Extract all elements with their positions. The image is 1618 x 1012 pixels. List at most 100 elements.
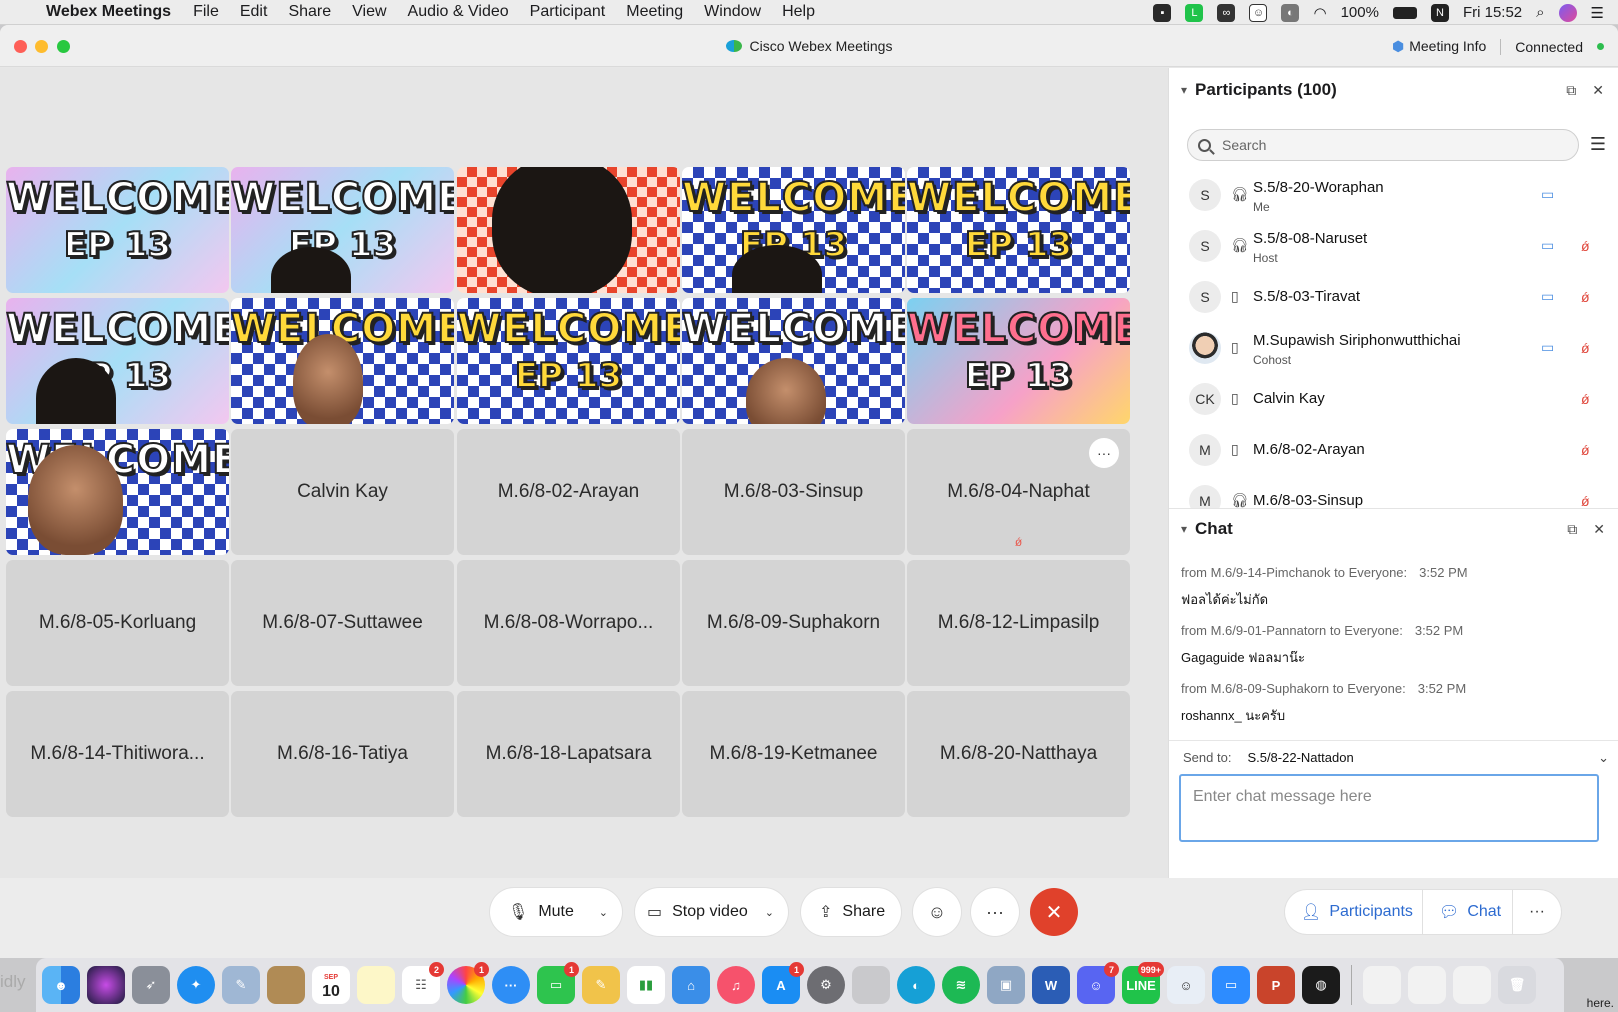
document-stack-icon[interactable] [1363, 966, 1401, 1004]
video-tile[interactable]: WELCOME EP 13 [6, 298, 229, 424]
list-item[interactable]: S ▯ S.5/8-03-Tiravat ▭ ǿ [1169, 271, 1618, 322]
alien-icon[interactable]: ☺ [1249, 3, 1268, 22]
participant-name-tile[interactable]: M.6/8-08-Worrapo... [457, 560, 680, 686]
reactions-button[interactable]: ☺ [913, 888, 961, 936]
chevron-down-icon[interactable]: ▾ [1181, 522, 1187, 536]
participant-search[interactable]: Search [1187, 129, 1579, 161]
keynote-icon[interactable]: ⌂ [672, 966, 710, 1004]
list-item[interactable]: ▯ M.Supawish Siriphonwutthichai Cohost ▭… [1169, 322, 1618, 373]
video-camera-icon[interactable]: ▭ [1541, 186, 1554, 203]
video-tile[interactable]: WELCOME EP 13 [231, 167, 454, 293]
list-item[interactable]: S 🎧︎ S.5/8-08-Naruset Host ▭ ǿ [1169, 220, 1618, 271]
menu-view[interactable]: View [352, 3, 386, 21]
participants-header[interactable]: ▾ Participants (100) [1181, 80, 1337, 100]
list-item[interactable]: M 🎧︎ M.6/8-03-Sinsup ǿ [1169, 475, 1618, 508]
muted-mic-icon[interactable]: ǿ [1581, 289, 1590, 305]
notion-icon[interactable]: N [1430, 3, 1449, 22]
video-camera-icon[interactable]: ▭ [1541, 288, 1554, 305]
clock[interactable]: Fri 15:52 [1463, 4, 1522, 21]
spotify-icon[interactable]: ≋ [942, 966, 980, 1004]
list-item[interactable]: CK ▯ Calvin Kay ǿ [1169, 373, 1618, 424]
system-preferences-icon[interactable]: ⚙ [807, 966, 845, 1004]
meeting-info-button[interactable]: ⬢ Meeting Info [1392, 38, 1486, 55]
video-tile[interactable]: WELCOME [6, 429, 229, 555]
video-tile[interactable]: WELCOME EP 13 [682, 167, 905, 293]
photos-icon[interactable]: 1 [447, 962, 489, 1004]
menu-app-name[interactable]: Webex Meetings [46, 3, 171, 21]
muted-mic-icon[interactable]: ǿ [1581, 238, 1590, 254]
participant-name-tile[interactable]: M.6/8-18-Lapatsara [457, 691, 680, 817]
participant-name-tile[interactable]: M.6/8-03-Sinsup [682, 429, 905, 555]
video-camera-icon[interactable]: ▭ [1541, 237, 1554, 254]
pop-out-icon[interactable]: ⧉ [1566, 82, 1576, 99]
chevron-down-icon[interactable]: ▾ [1181, 83, 1187, 97]
video-tile[interactable]: WELCOME EP 13 [907, 298, 1130, 424]
video-tile[interactable]: WELCOME EP 13 [457, 298, 680, 424]
participant-name-tile[interactable]: M.6/8-07-Suttawee [231, 560, 454, 686]
leave-meeting-button[interactable]: ✕ [1030, 888, 1078, 936]
chevron-down-icon[interactable]: ⌄ [765, 906, 774, 919]
menu-edit[interactable]: Edit [240, 3, 268, 21]
line-status-icon[interactable]: L [1185, 3, 1204, 22]
participant-name-tile[interactable]: M.6/8-02-Arayan [457, 429, 680, 555]
siri-icon[interactable] [1558, 3, 1577, 22]
powerpoint-icon[interactable]: P [1257, 966, 1295, 1004]
participant-name-tile[interactable]: M.6/8-16-Tatiya [231, 691, 454, 817]
participant-name-tile[interactable]: M.6/8-09-Suphakorn [682, 560, 905, 686]
battery-icon[interactable] [1392, 6, 1417, 19]
video-tile[interactable]: WELCOME EP 13 [907, 167, 1130, 293]
close-icon[interactable]: ✕ [1593, 521, 1605, 538]
webex-status-icon[interactable]: ▪ [1153, 3, 1172, 22]
pop-out-icon[interactable]: ⧉ [1567, 521, 1577, 538]
participant-name-tile[interactable]: M.6/8-20-Natthaya [907, 691, 1130, 817]
chat-header[interactable]: ▾ Chat [1181, 519, 1233, 539]
more-options-button[interactable]: ··· [971, 888, 1019, 936]
participant-tile-naphat[interactable]: M.6/8-04-Naphat ··· ǿ [907, 429, 1130, 555]
menu-file[interactable]: File [193, 3, 219, 21]
music-icon[interactable]: ♫ [717, 966, 755, 1004]
menu-meeting[interactable]: Meeting [626, 3, 683, 21]
participants-panel-button[interactable]: 👤︎ Participants [1285, 890, 1423, 934]
participant-name-tile[interactable]: M.6/8-05-Korluang [6, 560, 229, 686]
wifi-icon[interactable]: ◠ [1313, 4, 1326, 22]
video-tile[interactable]: WELCOME EP 13 [6, 167, 229, 293]
facetime-icon[interactable]: ▭ 1 [537, 962, 579, 1004]
video-tile[interactable] [457, 167, 680, 293]
participant-name-tile[interactable]: M.6/8-14-Thitiwora... [6, 691, 229, 817]
control-center-icon[interactable]: ☰ [1591, 4, 1604, 22]
finder-alt-icon[interactable]: ☺ [1167, 966, 1205, 1004]
muted-mic-icon[interactable]: ǿ [1581, 340, 1590, 356]
list-item[interactable]: S 🎧︎ S.5/8-20-Woraphan Me ▭ [1169, 169, 1618, 220]
participant-name-tile[interactable]: M.6/8-12-Limpasilp [907, 560, 1130, 686]
menu-window[interactable]: Window [704, 3, 761, 21]
webex-meetings-icon[interactable]: ◍ [1302, 966, 1340, 1004]
pages-icon[interactable]: ✎ [582, 966, 620, 1004]
participant-name-tile[interactable]: Calvin Kay [231, 429, 454, 555]
muted-mic-icon[interactable]: ǿ [1581, 493, 1590, 509]
chat-panel-button[interactable]: 💬︎ Chat [1423, 890, 1513, 934]
discord-icon[interactable]: ☺ 7 [1077, 962, 1119, 1004]
more-options-button[interactable]: ··· [1089, 438, 1119, 468]
menu-share[interactable]: Share [288, 3, 331, 21]
safari-icon[interactable]: ✦ [177, 966, 215, 1004]
share-button[interactable]: ⇪ Share [801, 888, 901, 936]
numbers-icon[interactable]: ▮▮ [627, 966, 665, 1004]
line-icon[interactable]: LINE 999+ [1122, 962, 1164, 1004]
webex-icon[interactable]: ◐ [897, 966, 935, 1004]
image-capture-icon[interactable]: ▣ [987, 966, 1025, 1004]
word-icon[interactable]: W [1032, 966, 1070, 1004]
muted-mic-icon[interactable]: ǿ [1581, 442, 1590, 458]
trash-icon[interactable]: 🗑︎ [1498, 966, 1536, 1004]
chat-message-input[interactable]: Enter chat message here [1179, 774, 1599, 842]
document-stack-icon[interactable] [1453, 966, 1491, 1004]
zoom-icon[interactable]: ▭ [1212, 966, 1250, 1004]
menu-participant[interactable]: Participant [530, 3, 606, 21]
send-to-selector[interactable]: Send to: S.5/8-22-Nattadon ⌄ [1169, 740, 1618, 774]
muted-mic-icon[interactable]: ǿ [1581, 391, 1590, 407]
creative-cloud-icon[interactable]: ∞ [1217, 3, 1236, 22]
video-camera-icon[interactable]: ▭ [1541, 339, 1554, 356]
video-tile[interactable]: WELCOME [231, 298, 454, 424]
list-item[interactable]: M ▯ M.6/8-02-Arayan ǿ [1169, 424, 1618, 475]
siri-icon[interactable] [87, 966, 125, 1004]
video-tile[interactable]: WELCOME [682, 298, 905, 424]
